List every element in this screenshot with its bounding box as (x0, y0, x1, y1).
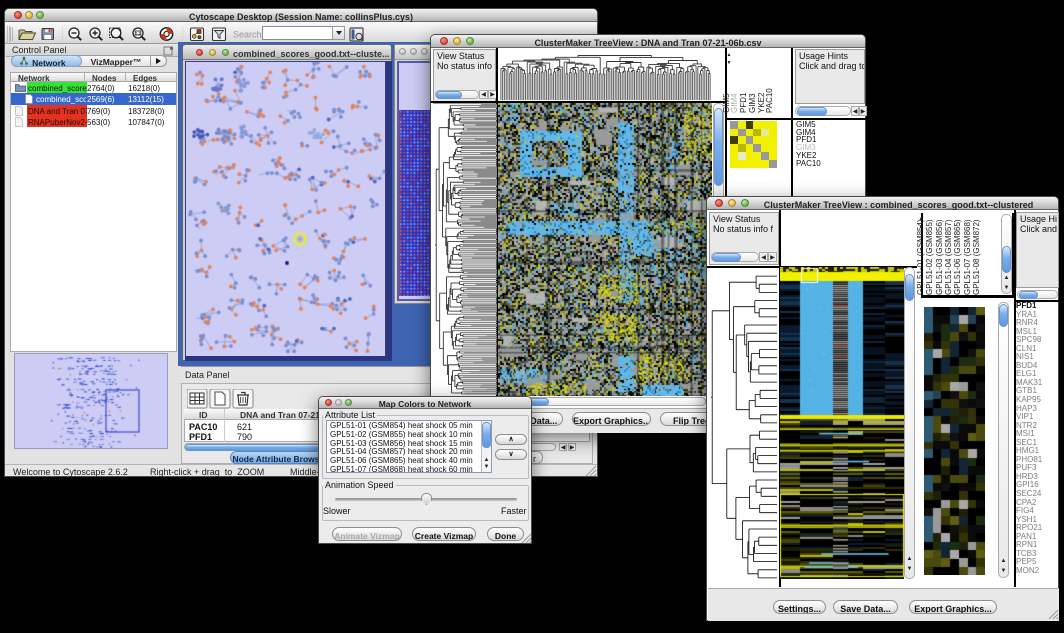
svg-text:Search:: Search: (233, 30, 263, 40)
svg-text:1:1: 1:1 (136, 31, 141, 35)
